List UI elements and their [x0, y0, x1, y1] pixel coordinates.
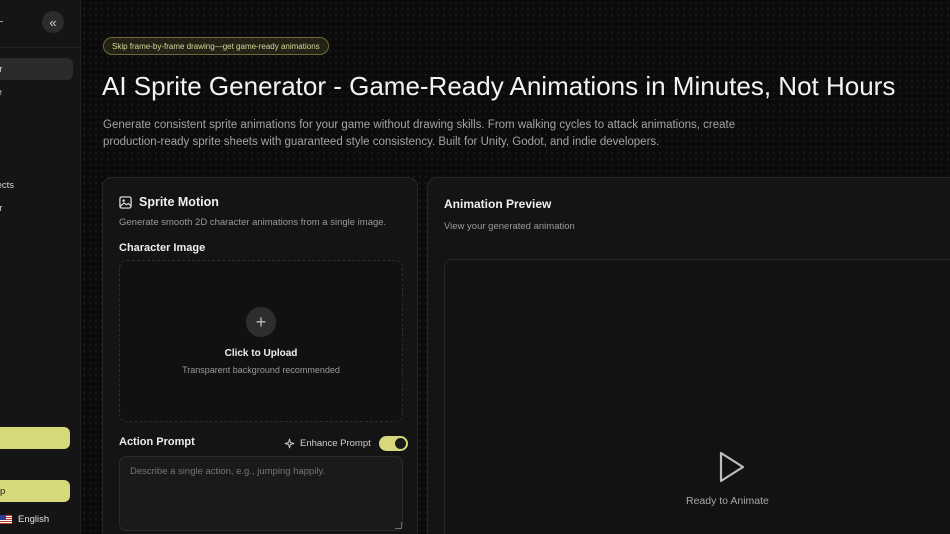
sidebar-item-sprite-generator[interactable]: or: [0, 58, 73, 80]
sparkle-icon: [284, 438, 295, 449]
sidebar-secondary-button[interactable]: p: [0, 480, 70, 502]
sprite-motion-description: Generate smooth 2D character animations …: [119, 217, 387, 228]
page-subtitle: Generate consistent sprite animations fo…: [103, 119, 736, 148]
upload-hint: Transparent background recommended: [182, 365, 340, 375]
enhance-prompt-toggle[interactable]: [378, 436, 408, 451]
animation-preview-card: Animation Preview View your generated an…: [427, 177, 950, 534]
page-title: AI Sprite Generator - Game-Ready Animati…: [102, 71, 896, 101]
resize-handle-icon[interactable]: [395, 522, 402, 529]
tagline-badge: Skip frame-by-frame drawing—get game-rea…: [103, 37, 329, 55]
sidebar-button-label: p: [0, 485, 6, 497]
language-selector[interactable]: English: [0, 511, 49, 527]
sprite-motion-card: Sprite Motion Generate smooth 2D charact…: [102, 177, 418, 534]
enhance-prompt-label: Enhance Prompt: [300, 438, 371, 449]
sidebar-item-label: fects: [0, 179, 15, 191]
language-label: English: [18, 513, 50, 525]
action-prompt-label: Action Prompt: [119, 436, 195, 448]
sidebar-primary-button[interactable]: [0, 427, 70, 449]
enhance-prompt-control: Enhance Prompt: [284, 436, 408, 451]
sidebar: « or te fects or p English: [0, 0, 81, 534]
sprite-motion-title: Sprite Motion: [139, 195, 219, 209]
preview-description: View your generated animation: [444, 221, 575, 232]
preview-status: Ready to Animate: [686, 495, 769, 507]
double-chevron-left-icon: «: [49, 14, 57, 30]
us-flag-icon: [0, 514, 12, 524]
collapse-sidebar-button[interactable]: «: [42, 11, 64, 33]
main-content: Skip frame-by-frame drawing—get game-rea…: [81, 0, 950, 534]
sidebar-divider: [0, 47, 81, 48]
upload-title: Click to Upload: [224, 348, 298, 359]
image-icon: [119, 195, 132, 209]
plus-icon: +: [246, 307, 276, 337]
sidebar-item-label: te: [0, 87, 73, 98]
character-image-upload[interactable]: + Click to Upload Transparent background…: [119, 260, 403, 422]
sidebar-fragment: [0, 21, 3, 22]
sidebar-item-editor[interactable]: or: [0, 197, 73, 219]
sidebar-item-label: or: [0, 63, 3, 75]
sidebar-item-label: or: [0, 202, 3, 214]
sprite-motion-header: Sprite Motion: [119, 195, 219, 209]
play-icon: [719, 451, 745, 483]
preview-area: [444, 259, 950, 534]
preview-title: Animation Preview: [444, 197, 552, 211]
character-image-label: Character Image: [119, 242, 206, 254]
sidebar-item-effects[interactable]: fects: [0, 174, 73, 196]
sidebar-item-template[interactable]: te: [0, 81, 73, 103]
action-prompt-input[interactable]: [119, 456, 403, 531]
